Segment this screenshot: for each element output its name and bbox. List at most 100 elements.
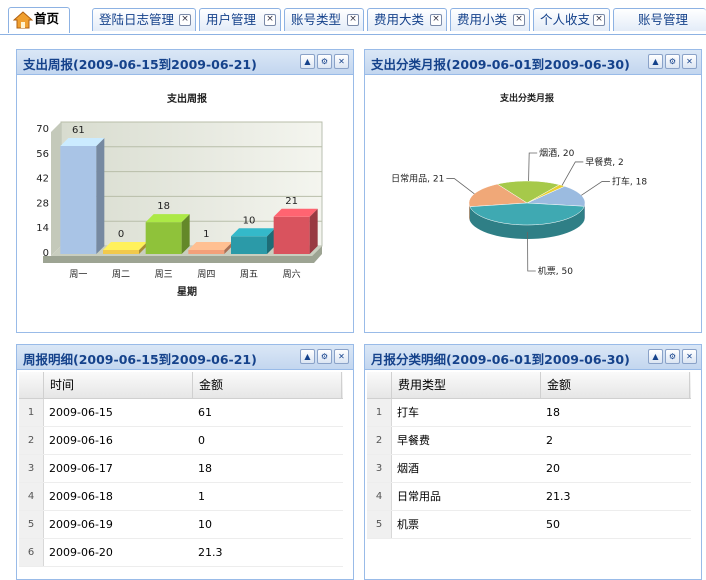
table-cell: 10 <box>198 518 212 531</box>
close-icon[interactable]: × <box>347 14 359 26</box>
gear-icon[interactable]: ⚙ <box>665 54 680 69</box>
plot-side-wall <box>51 122 61 256</box>
grid-rows: 1 打车 18 2 早餐费 2 3 烟酒 20 4 日常用品 21.3 5 机票 50 <box>367 399 691 539</box>
panel-body: 费用类型 金额 1 打车 18 2 早餐费 2 3 烟酒 20 4 日常用品 21.3 5 机票 50 <box>365 370 701 579</box>
bar <box>231 228 275 254</box>
column-header-expense-type[interactable]: 费用类型 <box>391 372 540 398</box>
pie-slices <box>468 180 586 239</box>
bar <box>103 242 147 254</box>
table-cell: 早餐费 <box>397 434 430 447</box>
pie-leader-line <box>528 152 538 182</box>
close-icon[interactable]: × <box>430 14 442 26</box>
bar-front <box>188 250 225 254</box>
close-icon[interactable]: ✕ <box>682 349 697 364</box>
tab-login-log[interactable]: 登陆日志管理 × <box>92 8 196 31</box>
table-cell: 打车 <box>397 406 419 419</box>
bar <box>188 242 233 254</box>
bar-value-label: 18 <box>157 201 170 212</box>
bar-value-label: 21 <box>285 196 298 207</box>
x-axis-ticks: 周一 周二 周三 周四 周五 周六 <box>69 268 300 280</box>
monthly-pie-chart: 支出分类月报 打车, 18 早餐费, 2 烟酒, 20 日常用品, 21 机票, 50 <box>391 92 647 277</box>
pie-slice-label: 机票, 50 <box>538 265 573 277</box>
tab-label: 账号类型 <box>291 12 342 27</box>
bar-front <box>60 145 97 254</box>
table-cell: 2 <box>546 434 553 447</box>
x-axis-title: 星期 <box>177 285 197 298</box>
tab-personal-income-expense[interactable]: 个人收支 × <box>533 8 610 31</box>
x-tick-label: 周六 <box>283 268 301 280</box>
panel-header: 月报分类明细(2009-06-01到2009-06-30) ▲ ⚙ ✕ <box>365 345 701 370</box>
pie-leader-line <box>446 178 475 195</box>
gear-icon[interactable]: ⚙ <box>317 54 332 69</box>
bar-value-label: 61 <box>72 125 85 136</box>
y-tick-label: 56 <box>36 149 49 160</box>
tab-label: 用户管理 <box>206 12 257 27</box>
y-tick-label: 14 <box>36 223 49 234</box>
column-header-amount[interactable]: 金额 <box>192 372 342 398</box>
tab-label: 账号管理 <box>638 12 689 27</box>
table-row[interactable]: 1 打车 18 <box>367 399 691 427</box>
collapse-icon[interactable]: ▲ <box>648 54 663 69</box>
tab-account-management[interactable]: 账号管理 <box>613 8 706 31</box>
close-icon[interactable]: ✕ <box>334 349 349 364</box>
table-cell: 2009-06-17 <box>49 462 113 475</box>
tab-home[interactable]: 首页 <box>8 7 70 33</box>
table-row[interactable]: 3 2009-06-17 18 <box>19 455 343 483</box>
table-row[interactable]: 2 早餐费 2 <box>367 427 691 455</box>
column-header-time[interactable]: 时间 <box>43 372 192 398</box>
gear-icon[interactable]: ⚙ <box>665 349 680 364</box>
table-cell: 61 <box>198 406 212 419</box>
bar-front <box>273 216 310 254</box>
y-tick-label: 0 <box>43 248 49 259</box>
table-cell: 18 <box>198 462 212 475</box>
table-row[interactable]: 1 2009-06-15 61 <box>19 399 343 427</box>
collapse-icon[interactable]: ▲ <box>300 54 315 69</box>
close-icon[interactable]: ✕ <box>334 54 349 69</box>
table-cell: 21.3 <box>198 546 223 559</box>
table-cell: 1 <box>198 490 205 503</box>
pie-slice-label: 日常用品, 21 <box>391 173 444 185</box>
bar-side <box>96 137 105 254</box>
table-cell: 机票 <box>397 518 419 531</box>
table-cell: 20 <box>546 462 560 475</box>
table-row[interactable]: 6 2009-06-20 21.3 <box>19 539 343 567</box>
close-icon[interactable]: ✕ <box>682 54 697 69</box>
close-icon[interactable]: × <box>264 14 276 26</box>
row-number: 1 <box>19 399 44 426</box>
column-header-amount[interactable]: 金额 <box>540 372 690 398</box>
tab-expense-subcategory[interactable]: 费用小类 × <box>450 8 530 31</box>
bar-value-label: 1 <box>203 229 209 240</box>
tab-user-management[interactable]: 用户管理 × <box>199 8 281 31</box>
tab-account-type[interactable]: 账号类型 × <box>284 8 364 31</box>
row-number: 3 <box>19 455 44 482</box>
y-tick-label: 70 <box>36 124 49 135</box>
gear-icon[interactable]: ⚙ <box>317 349 332 364</box>
row-number: 5 <box>367 511 392 538</box>
table-row[interactable]: 4 日常用品 21.3 <box>367 483 691 511</box>
table-cell: 日常用品 <box>397 490 441 503</box>
table-row[interactable]: 5 2009-06-19 10 <box>19 511 343 539</box>
weekly-detail-panel: 周报明细(2009-06-15到2009-06-21) ▲ ⚙ ✕ 时间 金额 12… <box>16 344 354 580</box>
table-row[interactable]: 4 2009-06-18 1 <box>19 483 343 511</box>
panel-body: 时间 金额 1 2009-06-15 61 2 2009-06-16 0 3 2009-06-… <box>17 370 353 579</box>
bar <box>273 208 318 254</box>
tab-expense-category[interactable]: 费用大类 × <box>367 8 447 31</box>
close-icon[interactable]: × <box>593 14 605 26</box>
table-row[interactable]: 5 机票 50 <box>367 511 691 539</box>
row-number: 3 <box>367 455 392 482</box>
table-row[interactable]: 3 烟酒 20 <box>367 455 691 483</box>
table-cell: 烟酒 <box>397 462 419 475</box>
bar-front <box>231 236 267 254</box>
tab-label: 费用小类 <box>457 12 508 27</box>
panel-body: 0 14 28 42 56 70 61 0 18 1 10 21 周一 周二 周三 周四 周五 周六 支出周报… <box>17 75 353 332</box>
table-cell: 50 <box>546 518 560 531</box>
panel-title: 月报分类明细(2009-06-01到2009-06-30) <box>371 352 630 367</box>
pie-slice-label: 打车, 18 <box>612 176 647 188</box>
x-tick-label: 周三 <box>155 269 173 280</box>
close-icon[interactable]: × <box>513 14 525 26</box>
collapse-icon[interactable]: ▲ <box>300 349 315 364</box>
close-icon[interactable]: × <box>179 14 191 26</box>
table-row[interactable]: 2 2009-06-16 0 <box>19 427 343 455</box>
collapse-icon[interactable]: ▲ <box>648 349 663 364</box>
panel-header: 支出周报(2009-06-15到2009-06-21) ▲ ⚙ ✕ <box>17 50 353 75</box>
